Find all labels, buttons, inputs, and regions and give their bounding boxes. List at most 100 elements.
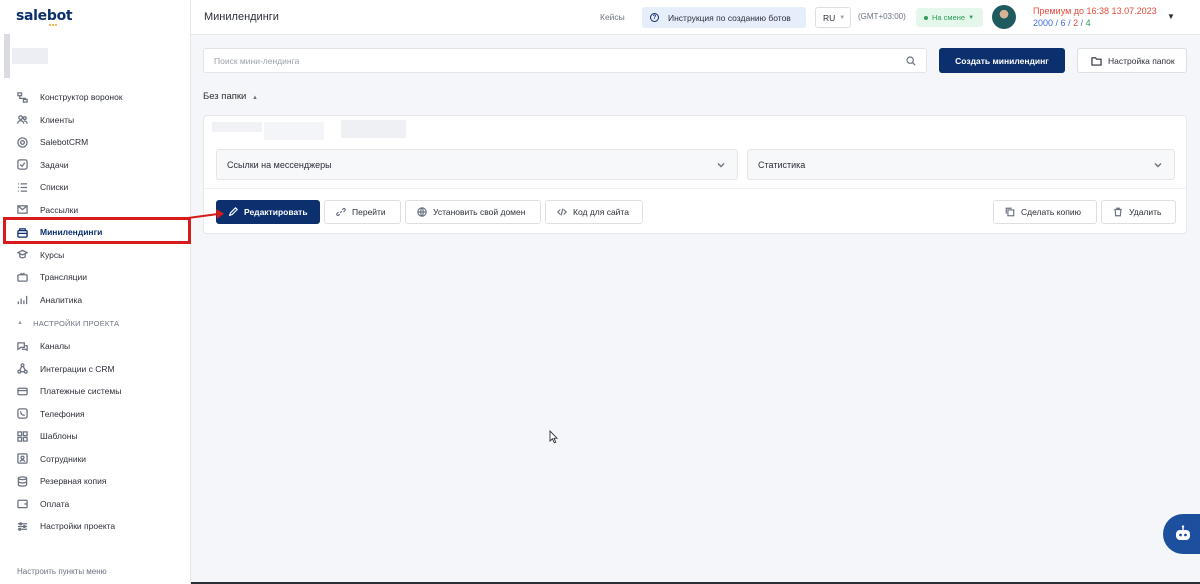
chevron-down-icon: ▼ xyxy=(968,14,975,21)
divider xyxy=(204,188,1186,189)
sidebar-item-payments[interactable]: Платежные системы xyxy=(0,380,191,403)
sidebar-item-label: Телефония xyxy=(40,408,85,419)
minilanding-card: Ссылки на мессенджеры Статистика Редакти… xyxy=(203,115,1187,234)
sidebar-item-label: Платежные системы xyxy=(40,386,122,397)
messenger-links-dropdown[interactable]: Ссылки на мессенджеры xyxy=(216,149,738,180)
users-icon xyxy=(17,114,28,125)
logo[interactable]: salebot xyxy=(16,8,73,24)
delete-button[interactable]: Удалить xyxy=(1101,200,1176,224)
sidebar-item-tasks[interactable]: Задачи xyxy=(0,154,191,177)
sidebar-item-staff[interactable]: Сотрудники xyxy=(0,448,191,471)
page-title: Минилендинги xyxy=(204,11,279,23)
premium-status: Премиум до 16:38 13.07.2023 xyxy=(1033,6,1157,16)
quota-used: 6 xyxy=(1060,18,1066,28)
sidebar-item-backup[interactable]: Резервная копия xyxy=(0,470,191,493)
create-minilanding-button[interactable]: Создать минилендинг xyxy=(939,48,1065,73)
broadcast-icon xyxy=(17,272,28,283)
sidebar-item-analytics[interactable]: Аналитика xyxy=(0,289,191,312)
channels-icon xyxy=(17,341,28,352)
sidebar-item-label: SalebotCRM xyxy=(40,137,89,148)
sidebar-item-clients[interactable]: Клиенты xyxy=(0,109,191,132)
copy-button[interactable]: Сделать копию xyxy=(993,200,1097,224)
code-icon xyxy=(557,208,567,216)
chevron-up-icon: ▲ xyxy=(251,95,258,101)
statistics-dropdown[interactable]: Статистика xyxy=(747,149,1175,180)
sidebar-item-broadcasts[interactable]: Трансляции xyxy=(0,266,191,289)
logo-dots xyxy=(49,24,59,27)
search-icon xyxy=(906,56,916,66)
copy-label: Сделать копию xyxy=(1021,207,1081,217)
sidebar-item-label: Конструктор воронок xyxy=(40,92,123,103)
sidebar-item-funnels[interactable]: Конструктор воронок xyxy=(0,86,191,109)
wallet-icon xyxy=(17,498,28,509)
site-code-button[interactable]: Код для сайта xyxy=(545,200,643,224)
folder-group-toggle[interactable]: Без папки ▲ xyxy=(203,91,258,102)
integrations-icon xyxy=(17,363,28,374)
sidebar-item-courses[interactable]: Курсы xyxy=(0,244,191,267)
custom-domain-button[interactable]: Установить свой домен xyxy=(405,200,541,224)
sidebar-item-label: Курсы xyxy=(40,249,65,260)
search-input[interactable]: Поиск мини-лендинга xyxy=(203,48,927,73)
sidebar-item-label: Настройки проекта xyxy=(40,521,116,532)
redacted-title xyxy=(212,122,262,132)
chat-bot-button[interactable] xyxy=(1163,514,1200,554)
quota-counters: 2000 / 6 / 2 / 4 xyxy=(1033,18,1091,28)
highlight-box xyxy=(3,217,191,244)
language-select[interactable]: RU ▼ xyxy=(815,7,851,28)
sidebar-item-label: Каналы xyxy=(40,341,71,352)
sidebar-item-channels[interactable]: Каналы xyxy=(0,335,191,358)
sidebar-item-label: Клиенты xyxy=(40,114,75,125)
folder-settings-button[interactable]: Настройка папок xyxy=(1077,48,1187,73)
configure-menu-link[interactable]: Настроить пункты меню xyxy=(17,567,107,576)
sidebar-item-label: Списки xyxy=(40,182,69,193)
account-menu-chevron-icon[interactable]: ▼ xyxy=(1167,12,1175,21)
link-icon xyxy=(336,207,346,217)
sidebar-item-lists[interactable]: Списки xyxy=(0,176,191,199)
open-button[interactable]: Перейти xyxy=(324,200,401,224)
copy-icon xyxy=(1005,207,1015,217)
site-code-label: Код для сайта xyxy=(573,207,629,217)
help-icon: ? xyxy=(650,13,659,22)
tasks-icon xyxy=(17,159,28,170)
instruction-label: Инструкция по созданию ботов xyxy=(668,12,791,23)
quota-total: 2000 xyxy=(1033,18,1054,28)
folder-name: Без папки xyxy=(203,91,247,102)
delete-label: Удалить xyxy=(1129,207,1162,217)
sidebar-item-label: Оплата xyxy=(40,498,70,509)
phone-icon xyxy=(17,408,28,419)
pencil-icon xyxy=(228,207,238,217)
backup-icon xyxy=(17,476,28,487)
chart-icon xyxy=(17,294,28,305)
cases-link[interactable]: Кейсы xyxy=(600,12,625,22)
trash-icon xyxy=(1114,207,1122,217)
sidebar-item-label: Интеграции с CRM xyxy=(40,363,115,374)
funnel-icon xyxy=(17,92,28,103)
payment-icon xyxy=(17,386,28,397)
account-name-redacted[interactable] xyxy=(12,48,48,64)
quota-warn: 2 xyxy=(1073,18,1079,28)
avatar[interactable] xyxy=(992,5,1016,29)
sidebar-item-telephony[interactable]: Телефония xyxy=(0,403,191,426)
crm-icon xyxy=(17,137,28,148)
sidebar-item-label: Трансляции xyxy=(40,272,88,283)
sidebar-item-crm[interactable]: SalebotCRM xyxy=(0,131,191,154)
sidebar-item-payment[interactable]: Оплата xyxy=(0,493,191,516)
instruction-button[interactable]: ? Инструкция по созданию ботов xyxy=(642,7,806,28)
redacted-title xyxy=(264,122,324,140)
redacted-link xyxy=(341,120,406,138)
sidebar-section-project-settings[interactable]: ▲ НАСТРОЙКИ ПРОЕКТА xyxy=(0,311,191,335)
quota-ok: 4 xyxy=(1085,18,1091,28)
sidebar-item-integrations[interactable]: Интеграции с CRM xyxy=(0,358,191,381)
settings-icon xyxy=(17,521,28,532)
annotation-arrow xyxy=(187,209,224,219)
sidebar-item-templates[interactable]: Шаблоны xyxy=(0,425,191,448)
templates-icon xyxy=(17,431,28,442)
folder-icon xyxy=(1091,56,1102,66)
edit-label: Редактировать xyxy=(244,207,308,217)
sidebar-item-project-settings[interactable]: Настройки проекта xyxy=(0,515,191,538)
status-dot-icon xyxy=(924,15,928,20)
timezone-label: (GMT+03:00) xyxy=(858,12,906,21)
shift-status-toggle[interactable]: На смене ▼ xyxy=(916,8,983,27)
edit-button[interactable]: Редактировать xyxy=(216,200,320,224)
sidebar-item-label: Рассылки xyxy=(40,204,79,215)
